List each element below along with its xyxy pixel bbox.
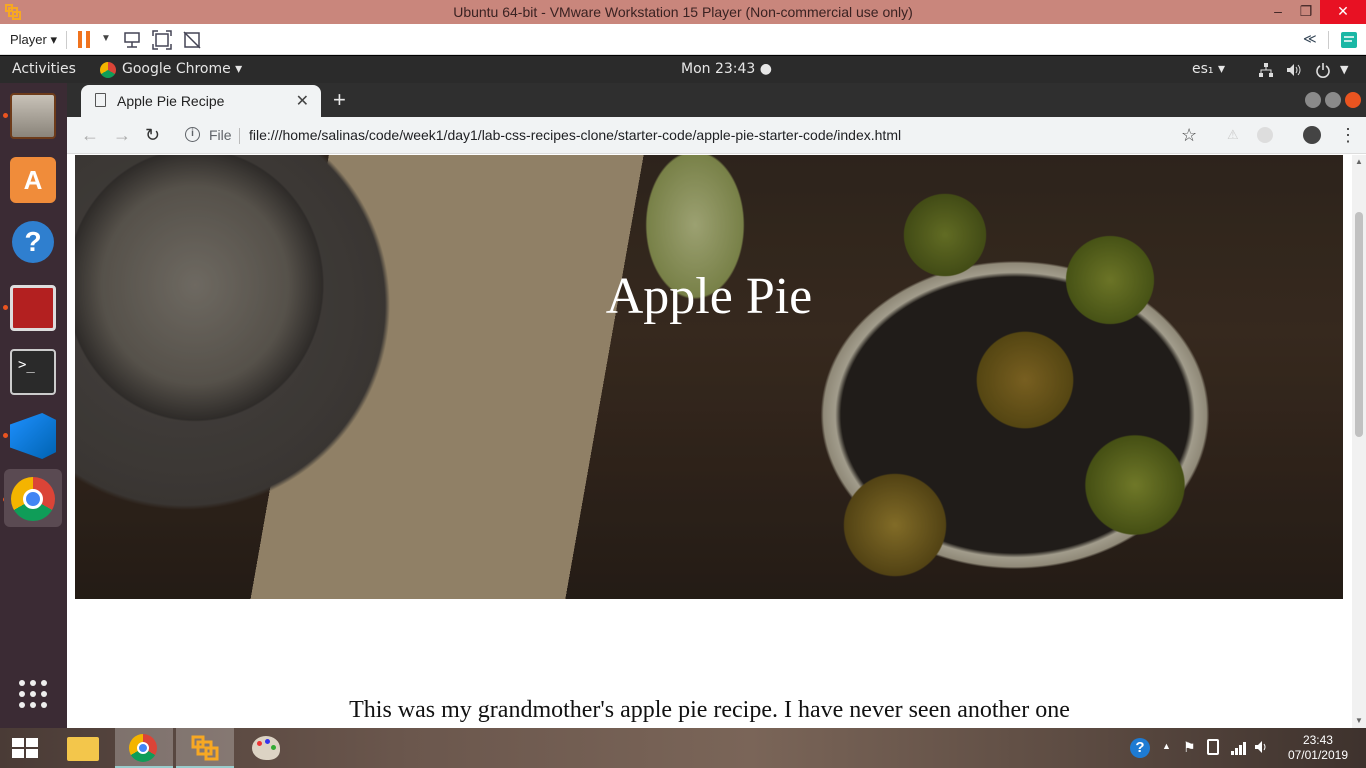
battery-icon[interactable] — [1207, 739, 1219, 755]
chrome-menu-button[interactable]: ⋮ — [1339, 125, 1357, 146]
scrollbar-thumb[interactable] — [1355, 212, 1363, 437]
vm-close-button[interactable]: ✕ — [1320, 0, 1366, 24]
system-monitor-icon[interactable] — [10, 285, 56, 331]
extension-icon[interactable] — [1257, 127, 1273, 143]
paint-taskbar-button[interactable] — [237, 728, 295, 768]
profile-avatar-icon[interactable] — [1303, 126, 1321, 144]
unity-mode-icon[interactable] — [182, 30, 202, 50]
file-explorer-taskbar-button[interactable] — [54, 728, 112, 768]
vscode-icon[interactable] — [10, 413, 56, 459]
terminal-icon[interactable]: >_ — [10, 349, 56, 395]
page-viewport: Apple Pie This was my grandmother's appl… — [67, 155, 1352, 728]
app-menu[interactable]: Google Chrome ▾ — [122, 61, 242, 77]
back-button[interactable]: ← — [81, 125, 99, 146]
vmware-taskbar-button[interactable] — [176, 728, 234, 768]
ubuntu-dock: A ? >_ — [0, 83, 67, 728]
chrome-icon — [129, 734, 157, 762]
pause-dropdown-icon[interactable]: ▼ — [101, 33, 121, 53]
window-close-button[interactable] — [1345, 92, 1361, 108]
palette-icon — [252, 736, 280, 760]
toolbar-divider — [1328, 31, 1329, 49]
vmware-toolbar: Player ▾ ▼ ≪ — [0, 24, 1366, 55]
chrome-dock-icon[interactable] — [11, 477, 55, 521]
help-icon[interactable]: ? — [12, 221, 54, 263]
top-bar-clock[interactable]: Mon 23:43 ● — [681, 61, 772, 77]
new-tab-button[interactable]: + — [333, 87, 346, 113]
window-minimize-button[interactable] — [1305, 92, 1321, 108]
volume-icon[interactable] — [1286, 62, 1302, 78]
clock-time: 23:43 — [1302, 733, 1333, 747]
forward-button[interactable]: → — [113, 125, 131, 146]
vm-maximize-button[interactable]: ❐ — [1292, 0, 1320, 24]
running-indicator — [3, 305, 8, 310]
notes-icon[interactable] — [1340, 31, 1358, 49]
omnibox-divider — [239, 128, 240, 144]
hero-title: Apple Pie — [605, 268, 813, 325]
vmware-titlebar: Ubuntu 64-bit - VMware Workstation 15 Pl… — [0, 0, 1366, 24]
page-scrollbar[interactable]: ▲ ▼ — [1352, 155, 1366, 728]
window-maximize-button[interactable] — [1325, 92, 1341, 108]
tab-strip: Apple Pie Recipe ✕ + — [67, 83, 1366, 117]
windows-taskbar: ? ▲ ⚑ 23:43 07/01/2019 — [0, 728, 1366, 768]
collapse-toolbar-icon[interactable]: ≪ — [1303, 31, 1317, 47]
intro-paragraph: This was my grandmother's apple pie reci… — [349, 697, 1070, 723]
hero-image: Apple Pie — [75, 155, 1343, 599]
scroll-up-icon[interactable]: ▲ — [1355, 157, 1363, 166]
system-clock[interactable]: 23:43 07/01/2019 — [1288, 733, 1348, 763]
vm-window-title: Ubuntu 64-bit - VMware Workstation 15 Pl… — [453, 4, 913, 20]
network-icon[interactable] — [1258, 62, 1274, 78]
power-icon[interactable] — [1315, 62, 1331, 78]
speaker-icon[interactable] — [1254, 739, 1270, 755]
action-center-flag-icon[interactable]: ⚑ — [1183, 739, 1196, 756]
files-app-icon[interactable] — [10, 93, 56, 139]
reload-button[interactable]: ↻ — [145, 125, 160, 146]
activities-button[interactable]: Activities — [12, 61, 76, 77]
scroll-down-icon[interactable]: ▼ — [1355, 716, 1363, 725]
show-hidden-icons-arrow[interactable]: ▲ — [1162, 741, 1171, 751]
send-ctrl-alt-del-icon[interactable] — [122, 30, 142, 50]
chrome-window: Apple Pie Recipe ✕ + ← → ↻ i File file:/… — [67, 83, 1366, 728]
show-applications-icon[interactable] — [17, 678, 49, 710]
address-bar[interactable]: file:///home/salinas/code/week1/day1/lab… — [249, 127, 901, 143]
site-info-icon[interactable]: i — [185, 127, 200, 142]
chrome-taskbar-button[interactable] — [115, 728, 173, 768]
pause-icon[interactable] — [78, 31, 92, 48]
extension-icon[interactable]: ⚠ — [1227, 127, 1239, 143]
tab-close-icon[interactable]: ✕ — [296, 91, 309, 111]
player-menu-button[interactable]: Player ▾ — [10, 32, 57, 48]
running-indicator — [3, 433, 8, 438]
fullscreen-icon[interactable] — [152, 30, 172, 50]
document-icon — [95, 93, 106, 107]
system-menu-arrow-icon[interactable]: ▼ — [1340, 63, 1348, 76]
tab-title: Apple Pie Recipe — [117, 93, 225, 109]
windows-start-icon[interactable] — [12, 738, 38, 758]
bookmark-star-icon[interactable]: ☆ — [1181, 125, 1197, 146]
running-indicator — [3, 113, 8, 118]
keyboard-layout-indicator[interactable]: es₁ ▾ — [1192, 61, 1225, 77]
software-center-icon[interactable]: A — [10, 157, 56, 203]
chrome-app-icon — [100, 62, 116, 78]
clock-date: 07/01/2019 — [1287, 748, 1348, 762]
vm-minimize-button[interactable]: – — [1264, 0, 1292, 24]
scheme-label: File — [209, 127, 232, 143]
tab-apple-pie-recipe[interactable]: Apple Pie Recipe ✕ — [81, 85, 321, 117]
folder-icon — [67, 737, 99, 761]
ubuntu-top-bar: Activities Google Chrome ▾ Mon 23:43 ● e… — [0, 56, 1366, 83]
vmware-icon — [191, 735, 219, 761]
wifi-signal-icon[interactable] — [1230, 739, 1248, 755]
toolbar: ← → ↻ i File file:///home/salinas/code/w… — [67, 117, 1366, 154]
help-tray-icon[interactable]: ? — [1130, 738, 1150, 758]
toolbar-divider — [66, 31, 67, 49]
